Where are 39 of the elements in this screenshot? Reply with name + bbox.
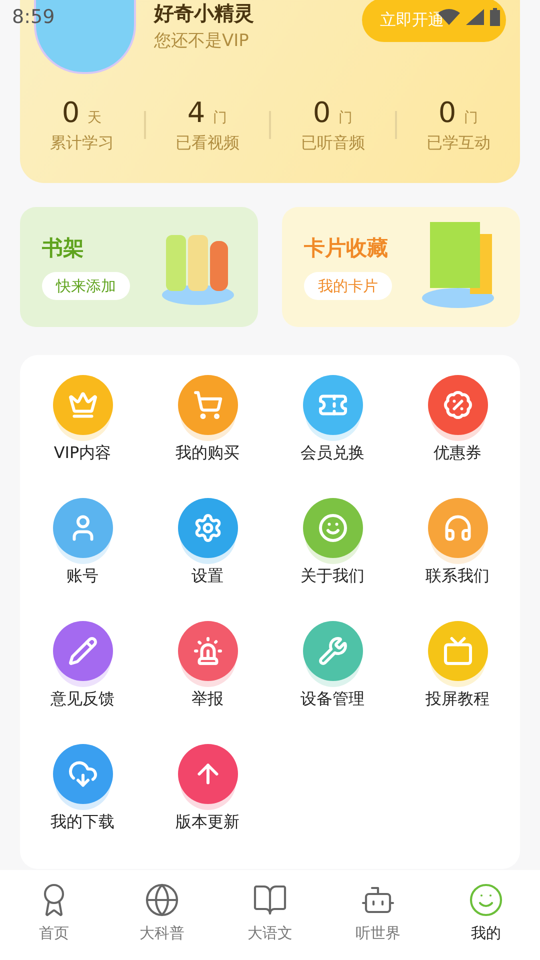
menu-item[interactable]: 关于我们 [270,498,395,598]
menu-item[interactable]: 意见反馈 [20,621,145,721]
tab[interactable]: 听世界 [324,870,432,960]
stat-label: 已看视频 [175,133,240,154]
tab[interactable]: 大语文 [216,870,324,960]
stat-label: 已听音频 [300,133,365,154]
menu-item[interactable]: 我的购买 [145,375,270,475]
stat-unit: 门 [464,109,478,127]
menu-item[interactable]: VIP内容 [20,375,145,475]
tab[interactable]: 首页 [0,870,108,960]
user-name: 好奇小精灵 [154,0,254,27]
menu-item[interactable]: 设置 [145,498,270,598]
stat-label: 已学互动 [426,133,490,154]
banner-title: 书架 [42,235,85,262]
stat-value: 0 [438,96,456,129]
menu-item[interactable]: 会员兑换 [270,375,395,475]
menu-item[interactable]: 我的下载 [20,744,145,844]
stat-value: 4 [187,96,206,129]
stat-unit: 天 [88,109,102,127]
globe-icon [144,882,180,918]
stat-unit: 门 [213,109,228,127]
menu-item[interactable]: 账号 [20,498,145,598]
menu-item[interactable]: 联系我们 [395,498,520,598]
banner-title: 卡片收藏 [304,235,389,262]
stat-label: 累计学习 [50,133,114,154]
battery-icon [490,8,500,26]
smiley-icon [468,882,504,918]
menu-item[interactable]: 优惠券 [395,375,520,475]
menu-item[interactable]: 设备管理 [270,621,395,721]
menu-item[interactable]: 版本更新 [145,744,270,844]
stat-value: 0 [62,96,80,129]
signal-icon [466,9,484,25]
menu-item[interactable]: 举报 [145,621,270,721]
stat-value: 0 [312,96,331,129]
tab[interactable]: 大科普 [108,870,216,960]
stat-unit: 门 [338,109,353,127]
tab[interactable]: 我的 [432,870,540,960]
vip-status: 您还不是VIP [154,30,250,52]
menu-item[interactable]: 投屏教程 [395,621,520,721]
